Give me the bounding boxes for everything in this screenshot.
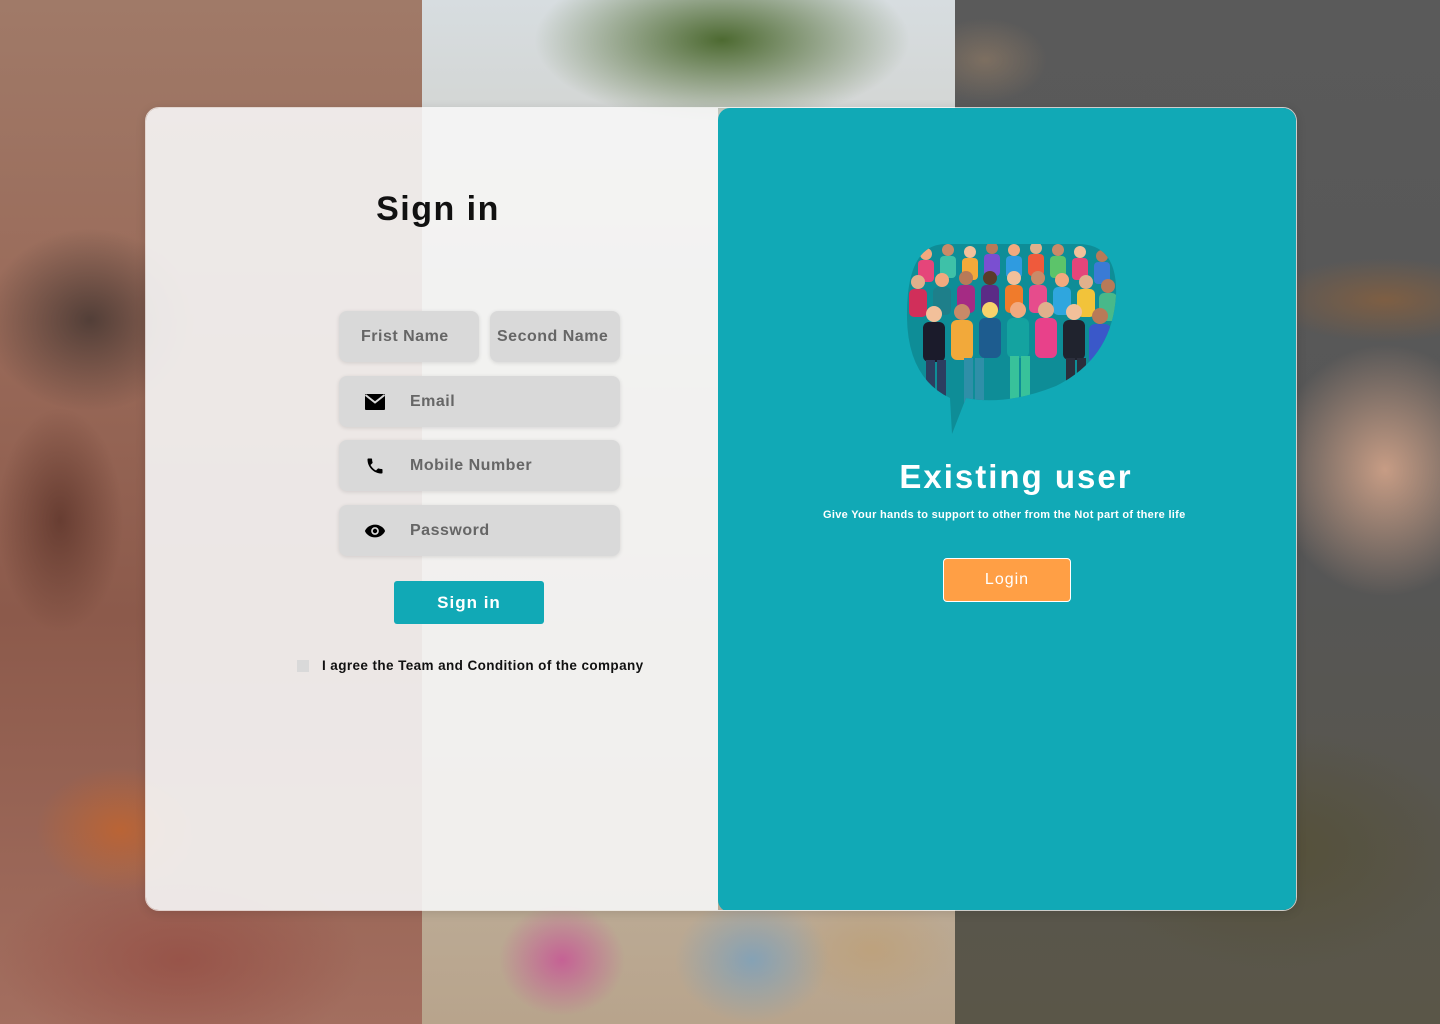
email-input[interactable] bbox=[410, 392, 620, 411]
signin-panel: Sign in Frist Name Second Name Email Mob… bbox=[146, 108, 718, 910]
first-name-input[interactable] bbox=[361, 327, 479, 346]
terms-agreement: I agree the Team and Condition of the co… bbox=[297, 658, 644, 673]
terms-label: I agree the Team and Condition of the co… bbox=[322, 658, 644, 673]
auth-card: Sign in Frist Name Second Name Email Mob… bbox=[145, 107, 1297, 911]
existing-user-panel: Existing user Give Your hands to support… bbox=[718, 108, 1296, 910]
second-name-input[interactable] bbox=[497, 327, 620, 346]
signin-button[interactable]: Sign in bbox=[394, 581, 544, 624]
envelope-icon bbox=[339, 376, 410, 427]
first-name-field[interactable] bbox=[339, 311, 479, 362]
existing-user-title: Existing user bbox=[899, 458, 1133, 495]
phone-icon bbox=[339, 440, 410, 491]
password-input[interactable] bbox=[410, 521, 620, 540]
eye-icon[interactable] bbox=[339, 505, 410, 556]
existing-user-tagline: Give Your hands to support to other from… bbox=[823, 509, 1186, 521]
mobile-number-input[interactable] bbox=[410, 456, 620, 475]
login-button[interactable]: Login bbox=[943, 558, 1071, 602]
mobile-number-field[interactable] bbox=[339, 440, 620, 491]
terms-checkbox[interactable] bbox=[297, 659, 309, 672]
second-name-field[interactable] bbox=[490, 311, 620, 362]
password-field[interactable] bbox=[339, 505, 620, 556]
signin-title: Sign in bbox=[376, 190, 500, 228]
email-field[interactable] bbox=[339, 376, 620, 427]
crowd-speech-bubble-illustration bbox=[906, 244, 1117, 434]
